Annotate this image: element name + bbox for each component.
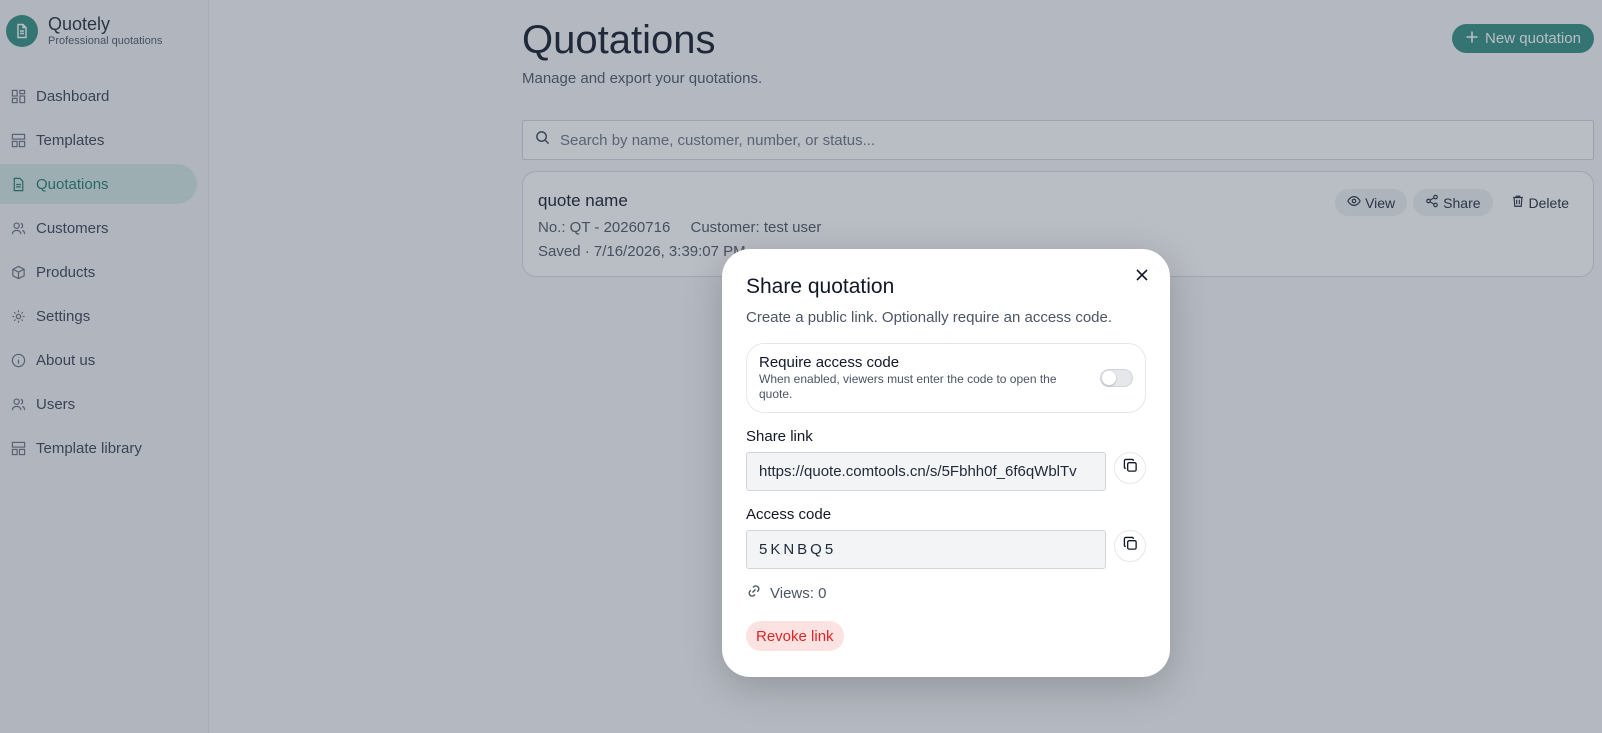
views-count: Views: 0	[746, 583, 826, 603]
access-code-toggle-box: Require access code When enabled, viewer…	[746, 343, 1146, 413]
switch-knob	[1102, 371, 1116, 385]
toggle-title: Require access code	[759, 354, 900, 371]
copy-code-button[interactable]	[1114, 530, 1146, 562]
share-link-label: Share link	[746, 428, 813, 445]
toggle-hint: When enabled, viewers must enter the cod…	[759, 372, 1057, 401]
share-dialog: Share quotation Create a public link. Op…	[722, 249, 1170, 677]
access-code-label: Access code	[746, 506, 832, 523]
require-access-code-switch[interactable]	[1100, 369, 1133, 387]
access-code-field[interactable]	[746, 530, 1106, 569]
share-link-field[interactable]	[746, 452, 1106, 491]
close-icon[interactable]	[1134, 267, 1150, 283]
revoke-link-button[interactable]: Revoke link	[746, 621, 844, 651]
copy-icon	[1123, 458, 1138, 478]
copy-link-button[interactable]	[1114, 452, 1146, 484]
copy-icon	[1123, 536, 1138, 556]
dialog-title: Share quotation	[746, 275, 895, 298]
link-icon	[746, 583, 762, 603]
dialog-description: Create a public link. Optionally require…	[746, 309, 1113, 326]
views-label: Views: 0	[770, 584, 827, 602]
